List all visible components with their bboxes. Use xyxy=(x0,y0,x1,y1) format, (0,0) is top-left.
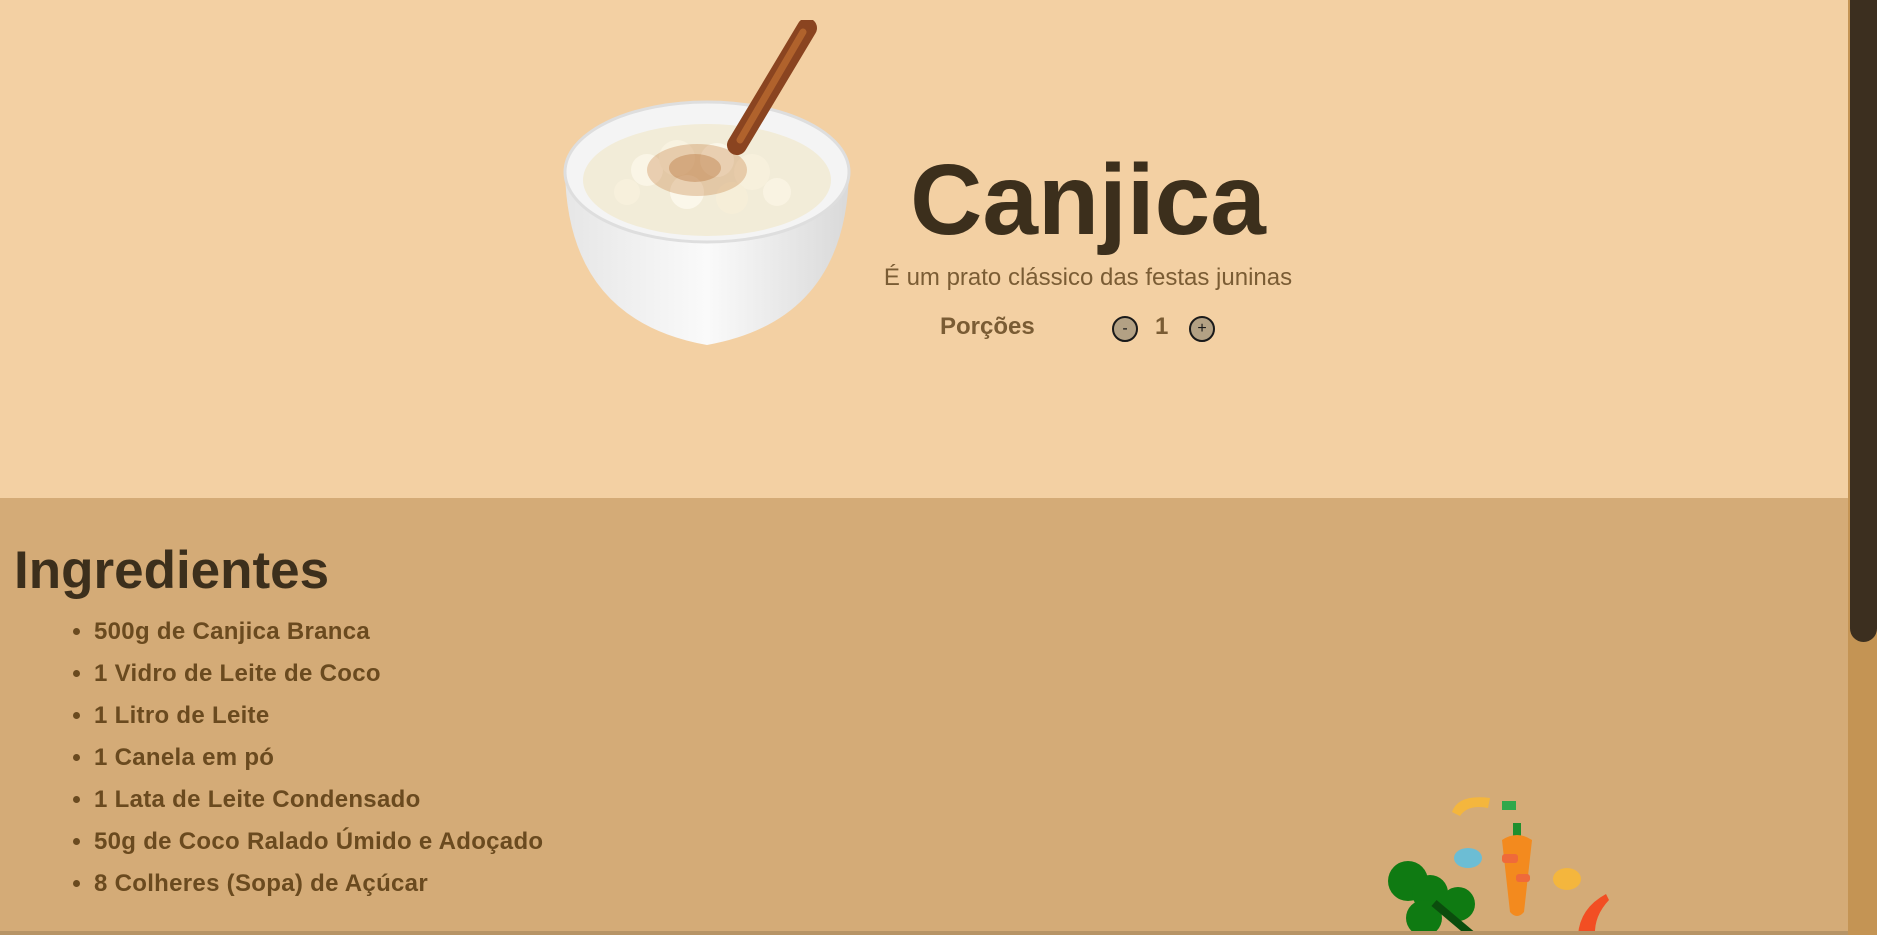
ingredients-title: Ingredientes xyxy=(14,541,330,600)
recipe-title: Canjica xyxy=(910,144,1266,256)
section-divider xyxy=(0,931,1848,935)
ingredients-list: 500g de Canjica Branca 1 Vidro de Leite … xyxy=(0,614,543,908)
ingredient-item: 500g de Canjica Branca xyxy=(94,614,543,656)
ingredient-item: 1 Litro de Leite xyxy=(94,698,543,740)
ingredient-item: 1 Vidro de Leite de Coco xyxy=(94,656,543,698)
servings-label: Porções xyxy=(940,313,1035,340)
servings-count: 1 xyxy=(1155,313,1169,340)
ingredient-item: 8 Colheres (Sopa) de Açúcar xyxy=(94,866,543,908)
recipe-hero: Canjica É um prato clássico das festas j… xyxy=(0,0,1848,498)
vegetables-illustration xyxy=(1388,797,1609,935)
recipe-subtitle: É um prato clássico das festas juninas xyxy=(883,264,1293,291)
recipe-page: Canjica É um prato clássico das festas j… xyxy=(0,0,1877,935)
scrollbar-thumb[interactable] xyxy=(1850,0,1877,642)
canjica-bowl-image xyxy=(563,20,851,345)
decrease-servings-button[interactable]: - xyxy=(1112,316,1138,342)
increase-servings-button[interactable]: + xyxy=(1189,316,1215,342)
ingredient-item: 50g de Coco Ralado Úmido e Adoçado xyxy=(94,824,543,866)
ingredient-item: 1 Canela em pó xyxy=(94,740,543,782)
ingredient-item: 1 Lata de Leite Condensado xyxy=(94,782,543,824)
